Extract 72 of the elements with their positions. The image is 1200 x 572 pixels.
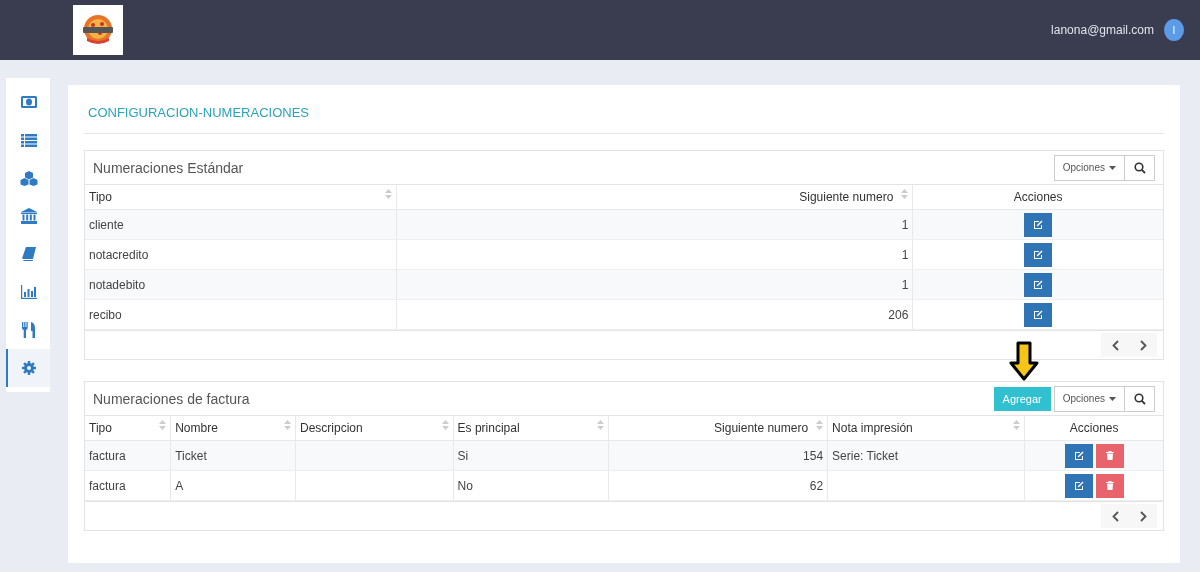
panel-title: Numeraciones de factura — [93, 390, 250, 407]
table-cell: notadebito — [85, 270, 398, 300]
chevron-right-icon — [1139, 339, 1147, 351]
table-cell: A — [171, 471, 297, 501]
column-header[interactable]: Descripcion — [300, 421, 363, 435]
column-header: Acciones — [1069, 421, 1119, 435]
logo[interactable] — [73, 5, 123, 55]
bar-chart-icon — [21, 285, 37, 299]
trash-icon — [1105, 481, 1114, 490]
banknote-icon — [21, 96, 37, 108]
chevron-left-icon — [1111, 510, 1119, 522]
bank-icon — [21, 208, 37, 224]
page-title: CONFIGURACION-NUMERACIONES — [87, 104, 310, 122]
edit-icon — [1073, 451, 1084, 460]
search-button[interactable] — [1125, 385, 1155, 412]
table-cell: cliente — [85, 210, 398, 240]
edit-button[interactable] — [1064, 443, 1093, 468]
edit-icon — [1033, 250, 1044, 259]
delete-button[interactable] — [1095, 473, 1124, 498]
arrow-drawing — [1008, 340, 1039, 381]
table-cell: No — [453, 471, 610, 501]
table-cell: 1 — [397, 210, 914, 240]
chevron-left-icon — [1111, 339, 1119, 351]
column-header[interactable]: Tipo — [89, 421, 112, 435]
edit-button[interactable] — [1024, 272, 1053, 297]
column-header: Acciones — [1013, 190, 1063, 204]
book-icon — [22, 247, 36, 261]
search-icon — [1133, 392, 1146, 405]
options-dropdown[interactable]: Opciones — [1053, 154, 1125, 181]
user-email[interactable]: lanona@gmail.com — [1051, 23, 1154, 37]
previous-page-button[interactable] — [1101, 333, 1129, 357]
delete-button[interactable] — [1095, 443, 1124, 468]
edit-button[interactable] — [1064, 473, 1093, 498]
table-cell: Serie: Ticket — [828, 441, 1026, 471]
table-cell: factura — [85, 441, 172, 471]
table-cell: factura — [85, 471, 172, 501]
table-cell: 206 — [397, 300, 914, 330]
panel-title: Numeraciones Estándar — [93, 159, 244, 176]
column-header[interactable]: Nota impresión — [832, 421, 913, 435]
column-header[interactable]: Siguiente numero — [714, 421, 809, 435]
edit-button[interactable] — [1024, 212, 1053, 237]
edit-icon — [1033, 310, 1044, 319]
search-icon — [1133, 161, 1146, 174]
table-cell: 62 — [609, 471, 829, 501]
list-icon — [21, 133, 37, 147]
chevron-right-icon — [1139, 510, 1147, 522]
sidebar-item[interactable] — [6, 349, 50, 387]
search-button[interactable] — [1125, 154, 1155, 181]
next-page-button[interactable] — [1129, 504, 1157, 528]
column-header[interactable]: Es principal — [457, 421, 520, 435]
cutlery-icon — [22, 322, 36, 338]
table-cell: 154 — [609, 441, 829, 471]
edit-icon — [1033, 280, 1044, 289]
trash-icon — [1105, 451, 1114, 460]
options-dropdown[interactable]: Opciones — [1053, 385, 1125, 412]
next-page-button[interactable] — [1129, 333, 1157, 357]
caret-icon — [1109, 165, 1116, 170]
previous-page-button[interactable] — [1101, 504, 1129, 528]
cubes-icon — [20, 170, 38, 186]
table-cell: 1 — [397, 270, 914, 300]
edit-icon — [1073, 481, 1084, 490]
table-cell: recibo — [85, 300, 398, 330]
caret-icon — [1109, 396, 1116, 401]
edit-button[interactable] — [1024, 302, 1053, 327]
column-header[interactable]: Nombre — [175, 421, 218, 435]
column-header[interactable]: Siguiente numero — [799, 190, 894, 204]
table-cell: Si — [453, 441, 610, 471]
edit-button[interactable] — [1024, 242, 1053, 267]
column-header[interactable]: Tipo — [89, 190, 112, 204]
table-cell: Ticket — [171, 441, 297, 471]
edit-icon — [1033, 220, 1044, 229]
settings-icon — [22, 361, 36, 375]
